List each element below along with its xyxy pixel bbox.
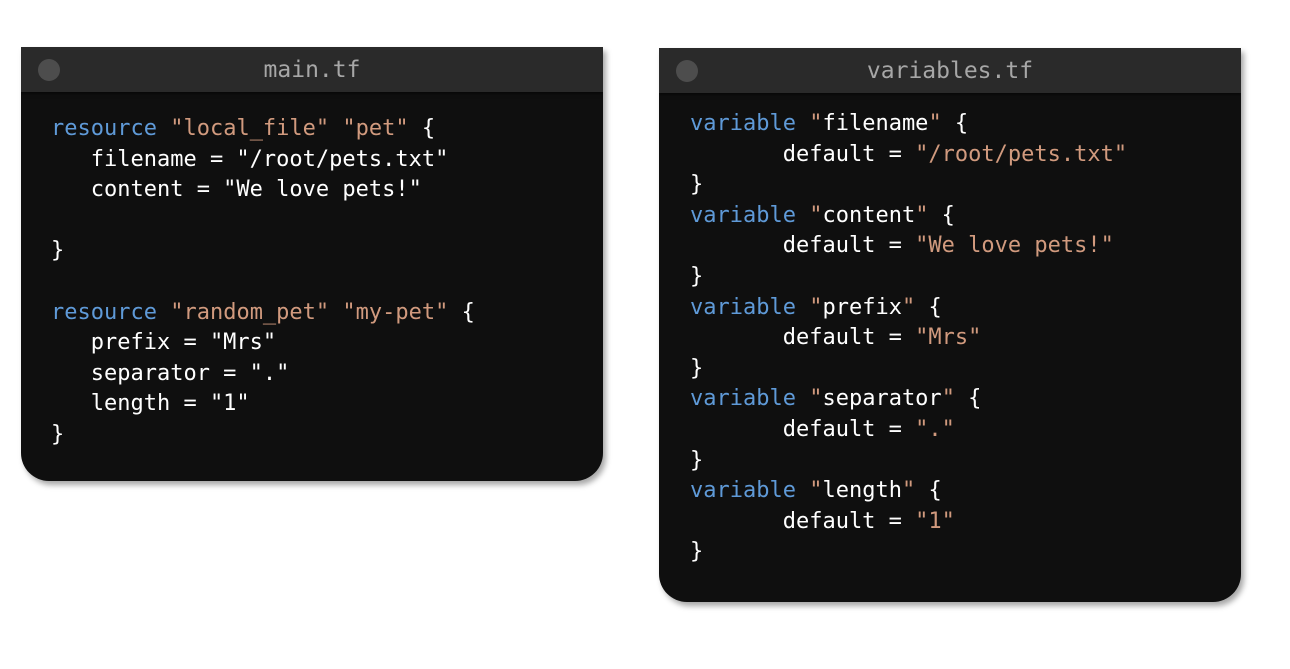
code-text: { [928, 202, 955, 228]
code-string: "." [915, 416, 955, 442]
code-window-main-tf: main.tf resource "local_file" "pet" { fi… [21, 47, 603, 481]
code-string: "1" [915, 508, 955, 534]
code-keyword: variable [690, 294, 796, 320]
code-string: " [901, 294, 916, 320]
code-string: " [809, 386, 823, 412]
code-line: } [690, 354, 1127, 385]
code-text: { [941, 111, 969, 136]
code-line: resource "random_pet" "my-pet" { [51, 298, 475, 329]
code-line: default = "/root/pets.txt" [690, 140, 1127, 171]
code-line: } [690, 446, 1127, 477]
code-keyword: resource [51, 299, 157, 325]
code-editor: variable "filename" { default = "/root/p… [690, 109, 1127, 568]
code-window-variables-tf: variables.tf variable "filename" { defau… [659, 48, 1241, 602]
code-text: { [915, 478, 942, 504]
code-keyword: variable [690, 478, 796, 504]
code-text: } [51, 421, 65, 447]
code-text: } [51, 238, 65, 264]
window-title: variables.tf [866, 58, 1034, 84]
code-keyword: resource [51, 116, 157, 141]
code-line: length = "1" [51, 389, 475, 420]
window-titlebar: variables.tf [659, 48, 1241, 93]
code-text: prefix = "Mrs" [51, 330, 277, 356]
code-string: " [809, 111, 823, 136]
code-text: content = "We love pets!" [51, 177, 422, 203]
code-string: " [928, 111, 942, 136]
code-line: default = "We love pets!" [690, 231, 1127, 262]
code-text: content [822, 202, 916, 228]
code-line: } [51, 420, 475, 451]
code-string: " [809, 478, 823, 504]
code-line: resource "local_file" "pet" { [51, 114, 475, 145]
code-string: "/root/pets.txt" [915, 141, 1128, 167]
code-line: } [690, 262, 1127, 293]
code-text: prefix [822, 294, 902, 320]
code-line: content = "We love pets!" [51, 175, 475, 206]
code-keyword: variable [690, 202, 796, 228]
code-text: default = [690, 325, 916, 351]
code-line: default = "1" [690, 507, 1127, 538]
code-string: " [941, 386, 955, 412]
code-text: } [690, 172, 704, 198]
code-text: { [915, 294, 942, 320]
window-titlebar: main.tf [21, 47, 603, 92]
code-text: separator = "." [51, 360, 290, 386]
code-text: length [822, 478, 902, 504]
code-text: { [408, 116, 436, 141]
code-text: default = [690, 508, 916, 534]
window-title: main.tf [263, 57, 361, 83]
code-line: variable "prefix" { [690, 293, 1127, 324]
code-text: } [690, 263, 704, 289]
code-string: " [915, 202, 929, 228]
code-line: variable "content" { [690, 201, 1127, 232]
code-string: "We love pets!" [915, 233, 1114, 259]
code-text: { [448, 299, 475, 325]
code-text: filename = "/root/pets.txt" [51, 146, 449, 172]
code-text: separator [822, 386, 942, 412]
code-string: "local_file" [170, 116, 330, 141]
code-line: prefix = "Mrs" [51, 328, 475, 359]
code-string: " [809, 202, 823, 228]
code-line: } [690, 537, 1127, 568]
code-string: "pet" [342, 116, 409, 141]
code-keyword: variable [690, 386, 796, 412]
code-line: default = "." [690, 415, 1127, 446]
code-line: } [690, 170, 1127, 201]
code-line: } [51, 236, 475, 267]
code-string: "Mrs" [915, 325, 982, 351]
code-keyword: variable [690, 111, 796, 136]
code-string: " [809, 294, 823, 320]
code-string: "my-pet" [342, 299, 449, 325]
code-string: " [901, 478, 916, 504]
code-line: variable "filename" { [690, 109, 1127, 140]
code-string: "random_pet" [170, 299, 330, 325]
code-line: variable "separator" { [690, 384, 1127, 415]
code-text: } [690, 539, 704, 565]
code-text: } [690, 355, 704, 381]
code-line: separator = "." [51, 359, 475, 390]
code-text: length = "1" [51, 391, 250, 417]
code-text: default = [690, 416, 916, 442]
code-editor: resource "local_file" "pet" { filename =… [51, 114, 475, 451]
code-text: default = [690, 233, 916, 259]
code-line: default = "Mrs" [690, 323, 1127, 354]
code-line: filename = "/root/pets.txt" [51, 145, 475, 176]
code-text: filename [822, 111, 929, 136]
code-text: default = [690, 141, 916, 167]
code-line: variable "length" { [690, 476, 1127, 507]
code-text: { [954, 386, 982, 412]
code-text: } [690, 447, 704, 473]
